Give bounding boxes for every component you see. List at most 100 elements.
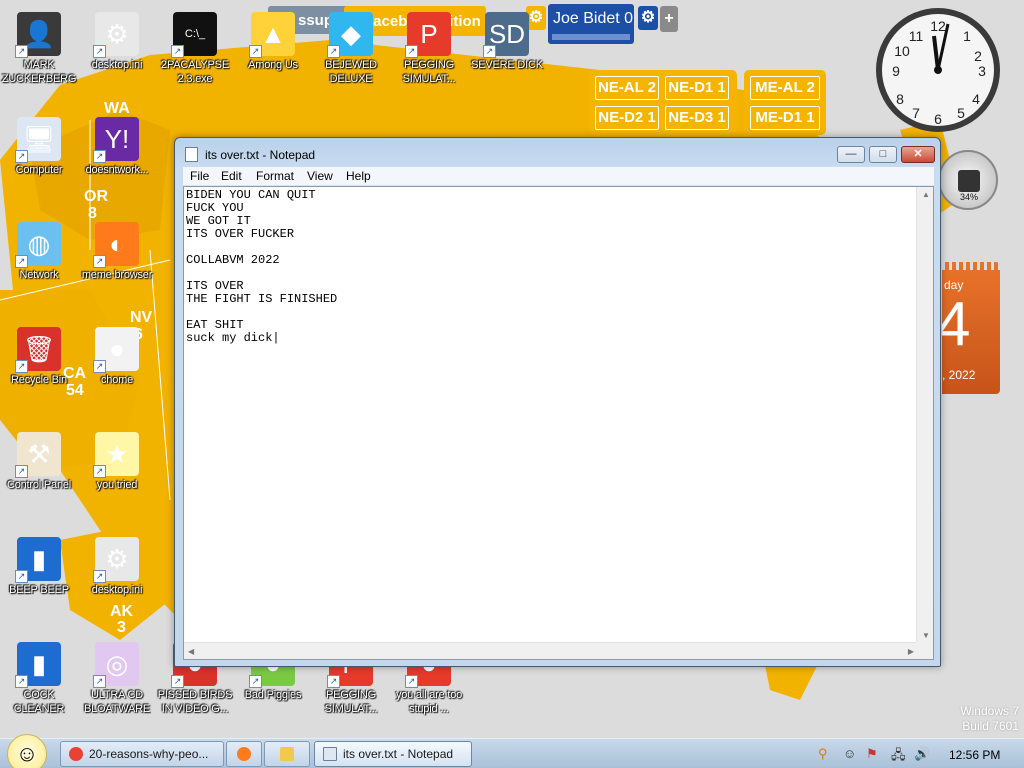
menu-file[interactable]: File [190, 169, 209, 183]
shortcut-arrow-icon: ↗ [93, 465, 106, 478]
svg-text:6: 6 [934, 111, 942, 127]
notepad-window[interactable]: its over.txt - Notepad — □ ✕ File Edit F… [174, 137, 941, 667]
shortcut-arrow-icon: ↗ [15, 150, 28, 163]
ne-al-cell: NE-AL 2 [595, 76, 659, 100]
taskbar-clock[interactable]: 12:56 PM [949, 748, 1000, 762]
svg-text:3: 3 [978, 63, 986, 79]
minimize-button[interactable]: — [837, 146, 865, 163]
notepad-text-area[interactable]: BIDEN YOU CAN QUIT FUCK YOU WE GOT IT IT… [183, 186, 934, 660]
calendar-gadget[interactable]: day 4 , 2022 [942, 262, 1000, 394]
ne-d2-cell: NE-D2 1 [595, 106, 659, 130]
clock-gadget[interactable]: 1212 345 678 91011 [874, 6, 1002, 134]
desktop-icon-severe[interactable]: SD ↗ SEVERE DICK [468, 8, 546, 72]
add-score-button[interactable]: + [660, 6, 678, 32]
map-label-or: OR [84, 188, 108, 205]
score-right-settings-icon[interactable]: ⚙ [638, 6, 658, 30]
menu-help[interactable]: Help [346, 169, 371, 183]
desktop-icon-ultra[interactable]: ◎ ↗ ULTRA CD BLOATWARE [78, 638, 156, 716]
ne-d3-cell: NE-D3 1 [665, 106, 729, 130]
2pac-icon: C:\_ ↗ [171, 12, 217, 58]
scroll-up-icon[interactable]: ▲ [922, 190, 930, 199]
task-browser[interactable]: 20-reasons-why-peo... [60, 741, 224, 767]
desktop-icon-label: you tried [96, 479, 138, 491]
youtried-icon: ★ ↗ [93, 432, 139, 478]
menu-view[interactable]: View [307, 169, 333, 183]
desktop-icon-2pac[interactable]: C:\_ ↗ 2PACALYPSE 2.3.exe [156, 8, 234, 86]
shortcut-arrow-icon: ↗ [15, 360, 28, 373]
svg-text:8: 8 [896, 91, 904, 107]
svg-text:11: 11 [909, 28, 924, 44]
desktop-icon-bejeweled[interactable]: ◆ ↗ BEJEWED DELUXE [312, 8, 390, 86]
ne-votes-box: NE-AL 2 NE-D1 1 NE-D2 1 NE-D3 1 [589, 70, 737, 135]
shortcut-arrow-icon: ↗ [93, 570, 106, 583]
desktop-icon-cock[interactable]: ▮ ↗ COCK CLEANER [0, 638, 78, 716]
desktop-icon-label: SEVERE DICK [471, 59, 543, 71]
notepad-doc-icon [185, 147, 198, 162]
network-tray-icon[interactable]: 🖧 [891, 746, 906, 768]
desktop-icon-mark[interactable]: 👤 ↗ MARK ZUCKERBERG [0, 8, 78, 86]
map-label-ak-votes: 3 [117, 619, 126, 636]
start-button[interactable]: ☺ [7, 734, 47, 768]
desktop-icon-network[interactable]: ◍ ↗ Network [0, 218, 78, 282]
calendar-rings [942, 262, 1000, 270]
scroll-right-icon[interactable]: ▶ [908, 647, 914, 656]
score-right-tile: Joe Bidet 0 [548, 4, 634, 44]
menu-edit[interactable]: Edit [221, 169, 242, 183]
desktop-ini-2-icon: ⚙ ↗ [93, 537, 139, 583]
folder-icon [280, 747, 294, 761]
desktop-icon-desktop-ini-1[interactable]: ⚙ ↗ desktop.ini [78, 8, 156, 72]
desktop-icon-label: PEGGING SIMULAT... [324, 689, 378, 715]
scroll-down-icon[interactable]: ▼ [922, 631, 930, 640]
score-right-bar [552, 34, 630, 40]
desktop-icon-label: PISSED BIRDS IN VIDEO G... [157, 689, 233, 715]
scroll-left-icon[interactable]: ◀ [188, 647, 194, 656]
action-center-icon[interactable]: ⚑ [866, 746, 878, 762]
maximize-button[interactable]: □ [869, 146, 897, 163]
menu-format[interactable]: Format [256, 169, 294, 183]
shortcut-arrow-icon: ↗ [327, 45, 340, 58]
volume-icon[interactable]: 🔊 [914, 746, 930, 762]
desktop-icon-desktop-ini-2[interactable]: ⚙ ↗ desktop.ini [78, 533, 156, 597]
desktop-icon-chome[interactable]: ● ↗ chome [78, 323, 156, 387]
notepad-content[interactable]: BIDEN YOU CAN QUIT FUCK YOU WE GOT IT IT… [186, 189, 337, 345]
desktop-icon-pegging1[interactable]: P ↗ PEGGING SIMULAT... [390, 8, 468, 86]
desktop-icon-label: desktop.ini [91, 59, 143, 71]
desktop-icon-doesntwork[interactable]: Y! ↗ doesntwork... [78, 113, 156, 177]
among-icon: ▲ ↗ [249, 12, 295, 58]
task-firefox[interactable] [226, 741, 262, 767]
desktop-ini-1-icon: ⚙ ↗ [93, 12, 139, 58]
close-button[interactable]: ✕ [901, 146, 935, 163]
desktop-icon-recycle[interactable]: 🗑 ↗ Recycle Bin [0, 323, 78, 387]
task-notepad[interactable]: its over.txt - Notepad [314, 741, 472, 767]
search-icon[interactable]: ⚲ [818, 746, 828, 762]
score-right-label: Joe Bidet 0 [553, 10, 634, 27]
notepad-titlebar[interactable]: its over.txt - Notepad — □ ✕ [175, 138, 940, 168]
desktop-icon-label: Bad Piggies [244, 689, 302, 701]
desktop: WA OR 8 NV 6 CA 54 AK 3 ssup 0 Faceb dit… [0, 0, 1024, 738]
cpu-meter-gadget[interactable]: 34% [938, 150, 998, 210]
desktop-icon-among[interactable]: ▲ ↗ Among Us [234, 8, 312, 72]
svg-text:5: 5 [957, 105, 965, 121]
desktop-icon-meme[interactable]: ◐ ↗ meme browser [78, 218, 156, 282]
desktop-icon-computer[interactable]: 🖥 ↗ Computer [0, 113, 78, 177]
horizontal-scrollbar[interactable]: ◀ ▶ [184, 642, 918, 659]
desktop-icon-control[interactable]: ⚒ ↗ Control Panel [0, 428, 78, 492]
vertical-scrollbar[interactable]: ▲ ▼ [916, 187, 933, 643]
desktop-icon-youtried[interactable]: ★ ↗ you tried [78, 428, 156, 492]
desktop-icon-beep[interactable]: ▮ ↗ BEEP BEEP [0, 533, 78, 597]
calendar-date: 4 [942, 290, 971, 359]
emoji-icon[interactable]: ☺ [843, 746, 856, 761]
shortcut-arrow-icon: ↗ [405, 45, 418, 58]
meme-icon: ◐ ↗ [93, 222, 139, 268]
windows-watermark: Windows 7 Build 7601 [960, 704, 1019, 734]
task-browser-label: 20-reasons-why-peo... [89, 747, 209, 761]
cpu-percent: 34% [960, 192, 979, 202]
shortcut-arrow-icon: ↗ [171, 675, 184, 688]
shortcut-arrow-icon: ↗ [171, 45, 184, 58]
taskbar: ☺ 20-reasons-why-peo... its over.txt - N… [0, 734, 1024, 768]
svg-text:10: 10 [894, 43, 910, 59]
task-explorer[interactable] [264, 741, 310, 767]
notepad-task-icon [323, 747, 337, 761]
network-icon: ◍ ↗ [15, 222, 61, 268]
shortcut-arrow-icon: ↗ [93, 45, 106, 58]
